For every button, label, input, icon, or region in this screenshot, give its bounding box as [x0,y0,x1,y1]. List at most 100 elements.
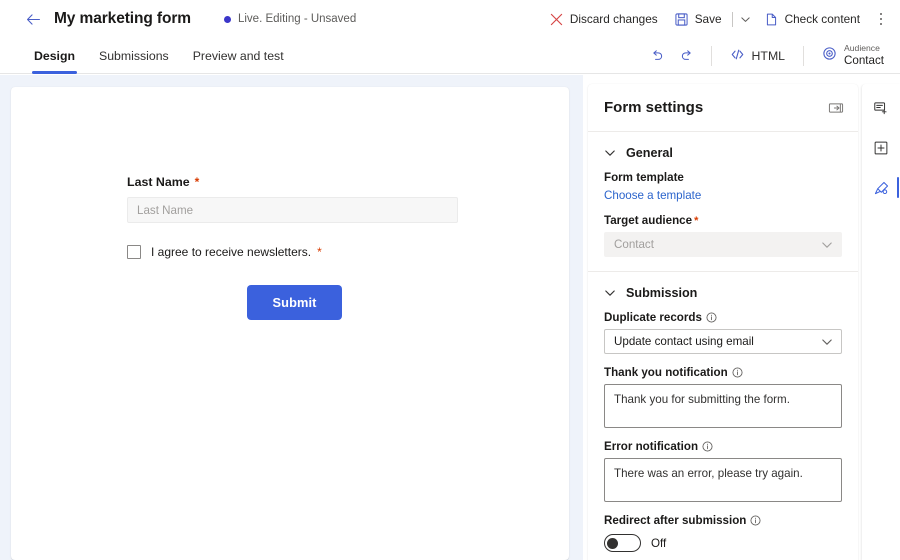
form-editor-app: My marketing form Live. Editing - Unsave… [0,0,900,560]
save-label: Save [694,12,722,26]
add-section-icon[interactable] [865,134,897,162]
tab-design-label: Design [34,48,75,63]
error-label-text: Error notification [604,440,699,453]
settings-section-submission: Submission Duplicate records Update cont… [588,275,858,560]
page-title: My marketing form [54,10,191,27]
info-circle-icon[interactable] [750,515,761,526]
last-name-placeholder: Last Name [137,203,194,217]
toolbar-divider-1 [710,46,712,66]
top-command-actions: Discard changes Save Check content [541,0,894,38]
redirect-toggle-state: Off [651,536,667,550]
info-circle-icon[interactable] [702,441,713,452]
form-settings-header: Form settings [588,84,858,132]
thank-you-label-text: Thank you notification [604,366,728,379]
right-tool-rail [862,84,900,560]
form-fields-container: Last Name * Last Name I agree to receive… [127,175,462,320]
newsletter-checkbox-label: I agree to receive newsletters. * [151,245,322,259]
save-button[interactable]: Save [666,7,730,32]
tab-preview-and-test[interactable]: Preview and test [181,38,296,74]
redirect-after-submission-label: Redirect after submission [604,514,842,527]
arrow-left-icon [26,13,40,25]
collapse-panel-icon[interactable] [828,100,844,116]
html-button[interactable]: HTML [722,43,793,69]
save-options-chevron[interactable] [735,9,756,30]
tab-submissions-label: Submissions [99,48,169,63]
tab-submissions[interactable]: Submissions [87,38,181,74]
form-settings-panel: Form settings General Form template Choo… [588,84,858,560]
form-canvas-area: Last Name * Last Name I agree to receive… [0,75,583,560]
form-template-label: Form template [604,171,684,184]
tab-list: Design Submissions Preview and test [22,38,296,74]
error-notification-textarea[interactable]: There was an error, please try again. [604,458,842,502]
redirect-label-text: Redirect after submission [604,514,747,527]
duplicate-records-value: Update contact using email [614,335,754,348]
back-button[interactable] [22,8,44,30]
check-content-label: Check content [784,12,860,26]
close-x-icon [549,12,564,27]
info-circle-icon[interactable] [732,367,743,378]
section-submission-title: Submission [626,286,698,300]
editor-tab-bar: Design Submissions Preview and test HTML… [0,38,900,74]
toolbar-divider-2 [803,46,805,66]
discard-changes-label: Discard changes [569,12,658,26]
audience-value: Contact [844,54,884,68]
undo-button[interactable] [643,43,671,69]
last-name-input[interactable]: Last Name [127,197,458,223]
chevron-down-icon [822,338,832,345]
duplicate-records-dropdown[interactable]: Update contact using email [604,329,842,354]
discard-changes-button[interactable]: Discard changes [541,7,666,32]
section-general-header[interactable]: General [604,135,842,171]
redo-button[interactable] [673,43,701,69]
submit-button[interactable]: Submit [246,285,343,320]
toggle-knob [607,537,618,549]
add-field-icon[interactable] [865,94,897,122]
required-asterisk: * [194,175,200,189]
check-content-button[interactable]: Check content [756,7,868,32]
target-audience-dropdown: Contact [604,232,842,257]
redirect-toggle-row: Off [604,534,842,552]
audience-button[interactable]: Audience Contact [814,42,892,69]
choose-a-template-link[interactable]: Choose a template [604,189,842,202]
redo-arrow-icon [681,50,691,60]
chevron-down-icon [605,290,615,296]
top-command-bar: My marketing form Live. Editing - Unsave… [0,0,900,38]
form-preview-card: Last Name * Last Name I agree to receive… [11,87,569,560]
info-circle-icon[interactable] [706,312,717,323]
thank-you-notification-textarea[interactable]: Thank you for submitting the form. [604,384,842,428]
duplicate-records-label: Duplicate records [604,311,842,324]
save-split-button: Save [666,7,756,32]
target-audience-label-text: Target audience [604,214,693,227]
undo-arrow-icon [652,50,662,60]
tab-design[interactable]: Design [22,38,87,74]
tab-preview-label: Preview and test [192,48,284,63]
section-submission-header[interactable]: Submission [604,275,842,311]
save-disk-icon [674,12,689,27]
duplicate-records-label-text: Duplicate records [604,311,702,324]
tab-bar-actions: HTML Audience Contact [643,38,892,74]
newsletter-checkbox[interactable] [127,245,141,259]
html-label: HTML [751,49,786,63]
target-audience-icon [822,46,837,66]
redirect-toggle[interactable] [604,534,641,552]
chevron-down-icon [740,16,750,22]
field-last-name-label: Last Name * [127,175,462,189]
thank-you-notification-label: Thank you notification [604,366,842,379]
submit-button-wrap: Submit [127,285,462,320]
target-audience-value: Contact [614,238,654,251]
field-newsletter-consent[interactable]: I agree to receive newsletters. * [127,245,462,259]
chevron-down-icon [822,241,832,248]
required-asterisk: * [317,245,322,259]
error-notification-label: Error notification [604,440,842,453]
status-dot [223,15,231,23]
target-audience-label: Target audience * [604,214,842,227]
field-last-name[interactable]: Last Name * Last Name [127,175,462,223]
chevron-down-icon [605,150,615,156]
more-vertical-icon[interactable] [870,7,892,31]
audience-caption: Audience [844,43,880,54]
field-last-name-label-text: Last Name [127,175,190,189]
settings-section-general: General Form template Choose a template … [588,135,858,272]
style-brush-icon[interactable] [865,174,900,202]
